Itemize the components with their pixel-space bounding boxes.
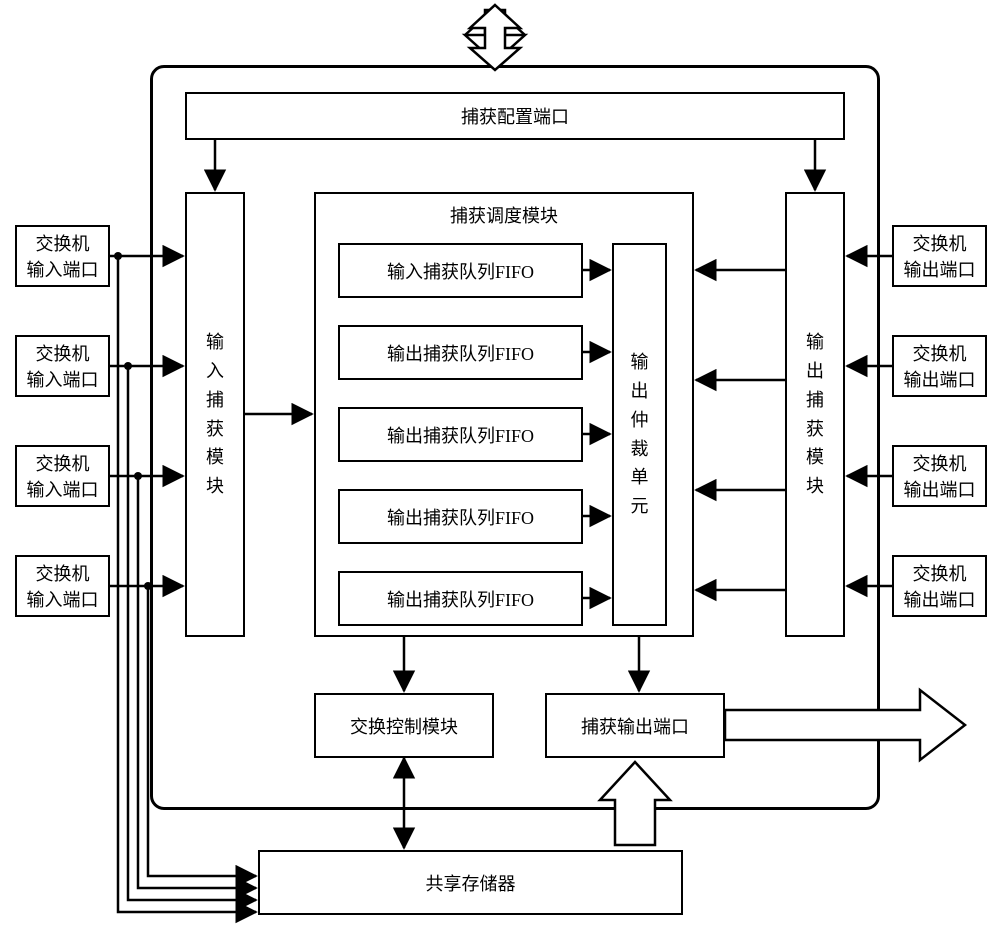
shared-memory-label: 共享存储器 [426, 870, 516, 896]
fifo-out-2-label: 输出捕获队列FIFO [387, 422, 534, 448]
arbiter: 输出仲裁单元 [612, 243, 667, 626]
arbiter-label: 输出仲裁单元 [631, 348, 649, 521]
switch-in-4-label: 交换机 输入端口 [27, 560, 99, 612]
shared-memory: 共享存储器 [258, 850, 683, 915]
switch-in-2-label: 交换机 输入端口 [27, 340, 99, 392]
fifo-out-3: 输出捕获队列FIFO [338, 489, 583, 544]
output-capture-label: 输出捕获模块 [806, 328, 824, 501]
fifo-out-1-label: 输出捕获队列FIFO [387, 340, 534, 366]
switch-out-3-label: 交换机 输出端口 [904, 450, 976, 502]
switch-out-1-label: 交换机 输出端口 [904, 230, 976, 282]
config-port: 捕获配置端口 [185, 92, 845, 140]
switch-out-2: 交换机 输出端口 [892, 335, 987, 397]
switch-out-3: 交换机 输出端口 [892, 445, 987, 507]
switch-in-1: 交换机 输入端口 [15, 225, 110, 287]
exchange-control: 交换控制模块 [314, 693, 494, 758]
capture-output-port: 捕获输出端口 [545, 693, 725, 758]
capture-output-port-label: 捕获输出端口 [581, 713, 689, 739]
fifo-out-1: 输出捕获队列FIFO [338, 325, 583, 380]
switch-in-1-label: 交换机 输入端口 [27, 230, 99, 282]
switch-in-3-label: 交换机 输入端口 [27, 450, 99, 502]
fifo-out-4: 输出捕获队列FIFO [338, 571, 583, 626]
fifo-input: 输入捕获队列FIFO [338, 243, 583, 298]
switch-in-4: 交换机 输入端口 [15, 555, 110, 617]
switch-out-2-label: 交换机 输出端口 [904, 340, 976, 392]
scheduler-title-label: 捕获调度模块 [450, 206, 558, 226]
input-capture-module: 输入捕获模块 [185, 192, 245, 637]
exchange-control-label: 交换控制模块 [350, 713, 458, 739]
input-capture-label: 输入捕获模块 [206, 328, 224, 501]
switch-out-4-label: 交换机 输出端口 [904, 560, 976, 612]
fifo-out-2: 输出捕获队列FIFO [338, 407, 583, 462]
switch-in-2: 交换机 输入端口 [15, 335, 110, 397]
fifo-out-4-label: 输出捕获队列FIFO [387, 586, 534, 612]
config-port-label: 捕获配置端口 [461, 103, 569, 129]
fifo-out-3-label: 输出捕获队列FIFO [387, 504, 534, 530]
scheduler-title: 捕获调度模块 [314, 202, 694, 228]
output-capture-module: 输出捕获模块 [785, 192, 845, 637]
fifo-input-label: 输入捕获队列FIFO [387, 258, 534, 284]
switch-out-4: 交换机 输出端口 [892, 555, 987, 617]
switch-in-3: 交换机 输入端口 [15, 445, 110, 507]
switch-out-1: 交换机 输出端口 [892, 225, 987, 287]
